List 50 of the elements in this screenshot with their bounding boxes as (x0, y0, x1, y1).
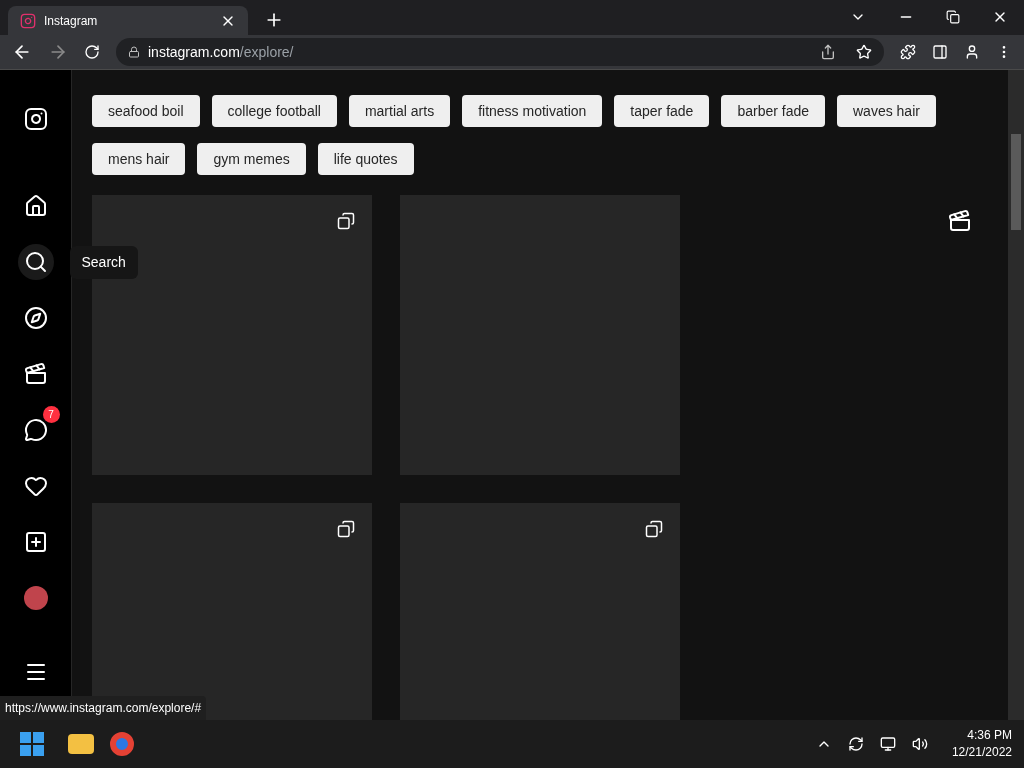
volume-icon[interactable] (911, 736, 928, 752)
multiple-posts-icon (645, 520, 663, 538)
clock-time: 4:36 PM (967, 727, 1012, 744)
browser-tab[interactable]: Instagram (8, 6, 248, 35)
status-url: https://www.instagram.com/explore/# (0, 696, 207, 720)
heart-icon (23, 474, 48, 498)
side-panel-icon[interactable] (932, 44, 948, 60)
tag-chip[interactable]: seafood boil (92, 95, 200, 127)
create-icon (23, 530, 48, 554)
address-bar[interactable]: instagram.com/explore/ (116, 38, 884, 66)
compass-icon (23, 306, 48, 330)
post-thumbnail[interactable] (400, 503, 680, 720)
instagram-logo-icon[interactable] (23, 107, 48, 131)
messenger-icon (23, 418, 48, 442)
tag-chip[interactable]: college football (211, 95, 337, 127)
tooltip: Search (69, 246, 138, 279)
nav-button[interactable] (17, 244, 54, 280)
home-icon (23, 194, 48, 218)
bookmark-icon[interactable] (856, 44, 872, 60)
multiple-posts-icon (337, 520, 355, 538)
tab-title: Instagram (44, 12, 99, 30)
notification-badge: 7 (42, 406, 60, 423)
reels-icon (23, 362, 48, 386)
url-text: instagram.com/explore/ (148, 42, 295, 62)
instagram-icon (20, 12, 36, 29)
sync-icon[interactable] (847, 736, 864, 752)
search-icon (23, 250, 48, 274)
start-icon[interactable] (20, 732, 44, 756)
tag-chip[interactable]: taper fade (614, 95, 710, 127)
lock-icon (128, 46, 140, 58)
tag-chip[interactable]: waves hair (837, 95, 936, 127)
reload-icon[interactable] (84, 44, 100, 60)
network-icon[interactable] (879, 736, 896, 752)
reels-icon (948, 209, 972, 233)
share-icon[interactable] (820, 44, 836, 60)
clock-date: 12/21/2022 (951, 744, 1012, 761)
tag-chip[interactable]: fitness motivation (462, 95, 603, 127)
tag-chip[interactable]: mens hair (92, 143, 186, 175)
multiple-posts-icon (337, 212, 355, 230)
profile-icon[interactable] (964, 44, 980, 60)
tag-chip[interactable]: martial arts (348, 95, 451, 127)
folder-icon[interactable] (68, 734, 94, 754)
extensions-icon[interactable] (900, 44, 916, 60)
tag-chip[interactable]: gym memes (197, 143, 306, 175)
restore-icon[interactable] (946, 10, 960, 24)
chrome-icon[interactable] (110, 732, 134, 756)
tag-chip[interactable]: barber fade (721, 95, 825, 127)
scrollbar[interactable] (1008, 70, 1024, 720)
avatar-icon (23, 586, 48, 610)
tag-chip[interactable]: life quotes (317, 143, 414, 175)
